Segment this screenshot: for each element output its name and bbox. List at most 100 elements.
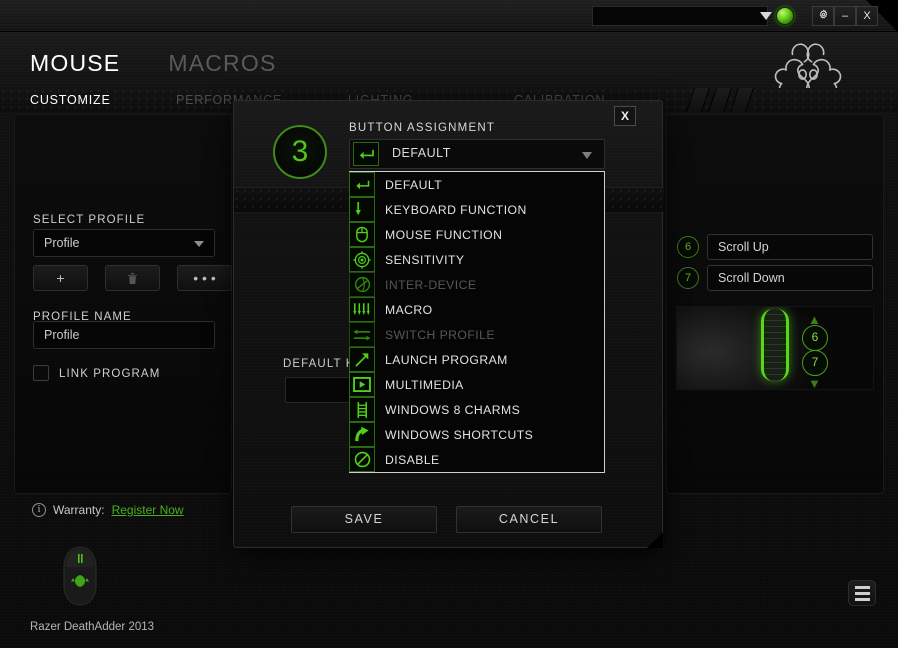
save-button[interactable]: SAVE: [291, 506, 437, 533]
dropdown-item-switch-profile[interactable]: SWITCH PROFILE: [349, 322, 604, 347]
curved-arrow-icon: [349, 422, 375, 447]
profile-select-value: Profile: [44, 236, 80, 250]
main-tab-bar: MOUSE MACROS: [30, 50, 277, 77]
dropdown-item-label: LAUNCH PROGRAM: [385, 352, 508, 367]
razer-synapse-window: – X MOUSE MACROS CUSTOMIZE PERFORMANCE S…: [0, 0, 898, 648]
profile-panel: SELECT PROFILE Profile + • • • PROFILE N…: [14, 114, 232, 494]
dialog-close-button[interactable]: X: [614, 106, 636, 126]
button-number-7: 7: [677, 267, 699, 289]
wheel-callout-6: 6: [802, 325, 828, 351]
dropdown-item-label: WINDOWS SHORTCUTS: [385, 427, 534, 442]
dropdown-item-label: MACRO: [385, 302, 433, 317]
profile-select[interactable]: Profile: [33, 229, 215, 257]
down-arrow-icon: [349, 197, 375, 222]
warranty-label: Warranty:: [53, 503, 105, 517]
button-assignment-panel: 6 Scroll Up 7 Scroll Down: [666, 114, 884, 494]
tab-customize[interactable]: CUSTOMIZE: [30, 88, 176, 112]
delete-profile-button[interactable]: [105, 265, 160, 291]
assignment-selected-value: DEFAULT: [392, 146, 451, 160]
tab-mouse[interactable]: MOUSE: [30, 50, 120, 77]
dropdown-item-label: MOUSE FUNCTION: [385, 227, 503, 242]
chevron-down-icon[interactable]: [760, 12, 772, 20]
diagonal-arrow-icon: [349, 347, 375, 372]
dropdown-item-label: DISABLE: [385, 452, 440, 467]
cancel-button[interactable]: CANCEL: [456, 506, 602, 533]
macro-waveform-icon: [349, 297, 375, 322]
default-key-label: DEFAULT K: [283, 358, 355, 370]
inter-device-glyph: [354, 276, 370, 293]
profile-name-input[interactable]: Profile: [33, 321, 215, 349]
dropdown-item-label: MULTIMEDIA: [385, 377, 464, 392]
assignment-scroll-down[interactable]: Scroll Down: [707, 265, 873, 291]
add-profile-button[interactable]: +: [33, 265, 88, 291]
dropdown-item-disable[interactable]: DISABLE: [349, 447, 604, 472]
dropdown-item-multimedia[interactable]: MULTIMEDIA: [349, 372, 604, 397]
inter-device-icon: [349, 272, 375, 297]
link-program-checkbox[interactable]: [33, 365, 49, 381]
dropdown-item-label: SENSITIVITY: [385, 252, 465, 267]
hamburger-bar: [854, 597, 870, 601]
charms-ladder-glyph: [357, 401, 367, 418]
diagonal-arrow-glyph: [355, 352, 369, 367]
hamburger-icon[interactable]: [848, 580, 876, 606]
minimize-button[interactable]: –: [834, 6, 856, 26]
target-glyph: [353, 250, 371, 269]
info-icon: i: [32, 503, 46, 517]
default-arrow-icon: [349, 172, 375, 197]
assignment-dropdown-list: DEFAULT KEYBOARD FUNCTION MOUSE FUNCTION…: [349, 171, 605, 473]
dropdown-item-keyboard-function[interactable]: KEYBOARD FUNCTION: [349, 197, 604, 222]
device-thumbnail: [63, 546, 97, 606]
account-field[interactable]: [592, 6, 768, 26]
dropdown-item-mouse-function[interactable]: MOUSE FUNCTION: [349, 222, 604, 247]
charms-ladder-icon: [349, 397, 375, 422]
close-button[interactable]: X: [856, 6, 878, 26]
chevron-down-icon: ▼: [808, 376, 821, 390]
dropdown-item-macro[interactable]: MACRO: [349, 297, 604, 322]
gear-icon[interactable]: [812, 6, 834, 26]
default-arrow-icon: [353, 142, 379, 166]
dropdown-item-launch-program[interactable]: LAUNCH PROGRAM: [349, 347, 604, 372]
wheel-callout-7: 7: [802, 350, 828, 376]
dropdown-item-label: SWITCH PROFILE: [385, 327, 495, 342]
assignment-scroll-up[interactable]: Scroll Up: [707, 234, 873, 260]
target-icon: [349, 247, 375, 272]
select-profile-label: SELECT PROFILE: [33, 214, 146, 226]
dropdown-item-default[interactable]: DEFAULT: [349, 172, 604, 197]
play-box-glyph: [353, 377, 371, 392]
swap-arrows-icon: [349, 322, 375, 347]
device-name-label: Razer DeathAdder 2013: [30, 621, 155, 633]
button-assignment-dialog: X 3 BUTTON ASSIGNMENT DEFAULT DEFAULT K: [233, 100, 664, 548]
dropdown-item-windows-shortcuts[interactable]: WINDOWS SHORTCUTS: [349, 422, 604, 447]
link-program-label: LINK PROGRAM: [59, 368, 161, 380]
hamburger-bar: [854, 585, 870, 589]
mouse-icon: [349, 222, 375, 247]
register-now-link[interactable]: Register Now: [112, 503, 184, 517]
dropdown-item-label: DEFAULT: [385, 177, 443, 192]
default-arrow-glyph: [355, 180, 369, 189]
modal-corner-cut: [647, 532, 663, 548]
swap-arrows-glyph: [353, 329, 371, 340]
disable-slash-icon: [349, 447, 375, 472]
assignment-dropdown-trigger[interactable]: DEFAULT: [349, 139, 605, 169]
mouse-glyph: [356, 226, 368, 243]
dropdown-item-label: KEYBOARD FUNCTION: [385, 202, 527, 217]
hamburger-bar: [854, 591, 870, 595]
more-options-button[interactable]: • • •: [177, 265, 232, 291]
dropdown-item-label: INTER-DEVICE: [385, 277, 477, 292]
default-arrow-glyph: [359, 149, 374, 159]
connection-status-orb: [776, 7, 794, 25]
chevron-down-icon: [582, 152, 592, 159]
button-assignment-label: BUTTON ASSIGNMENT: [349, 122, 496, 134]
trash-icon: [127, 273, 138, 284]
warranty-row: i Warranty: Register Now: [32, 503, 184, 517]
dropdown-item-windows-8-charms[interactable]: WINDOWS 8 CHARMS: [349, 397, 604, 422]
tab-macros[interactable]: MACROS: [168, 50, 276, 77]
scroll-wheel-graphic: [761, 309, 789, 381]
dropdown-item-inter-device[interactable]: INTER-DEVICE: [349, 272, 604, 297]
mouse-detail-image: ▲ 6 7 ▼: [676, 306, 874, 390]
dropdown-item-sensitivity[interactable]: SENSITIVITY: [349, 247, 604, 272]
dropdown-item-label: WINDOWS 8 CHARMS: [385, 402, 521, 417]
button-number-badge: 3: [273, 125, 327, 179]
play-box-icon: [349, 372, 375, 397]
chevron-down-icon: [194, 241, 204, 247]
